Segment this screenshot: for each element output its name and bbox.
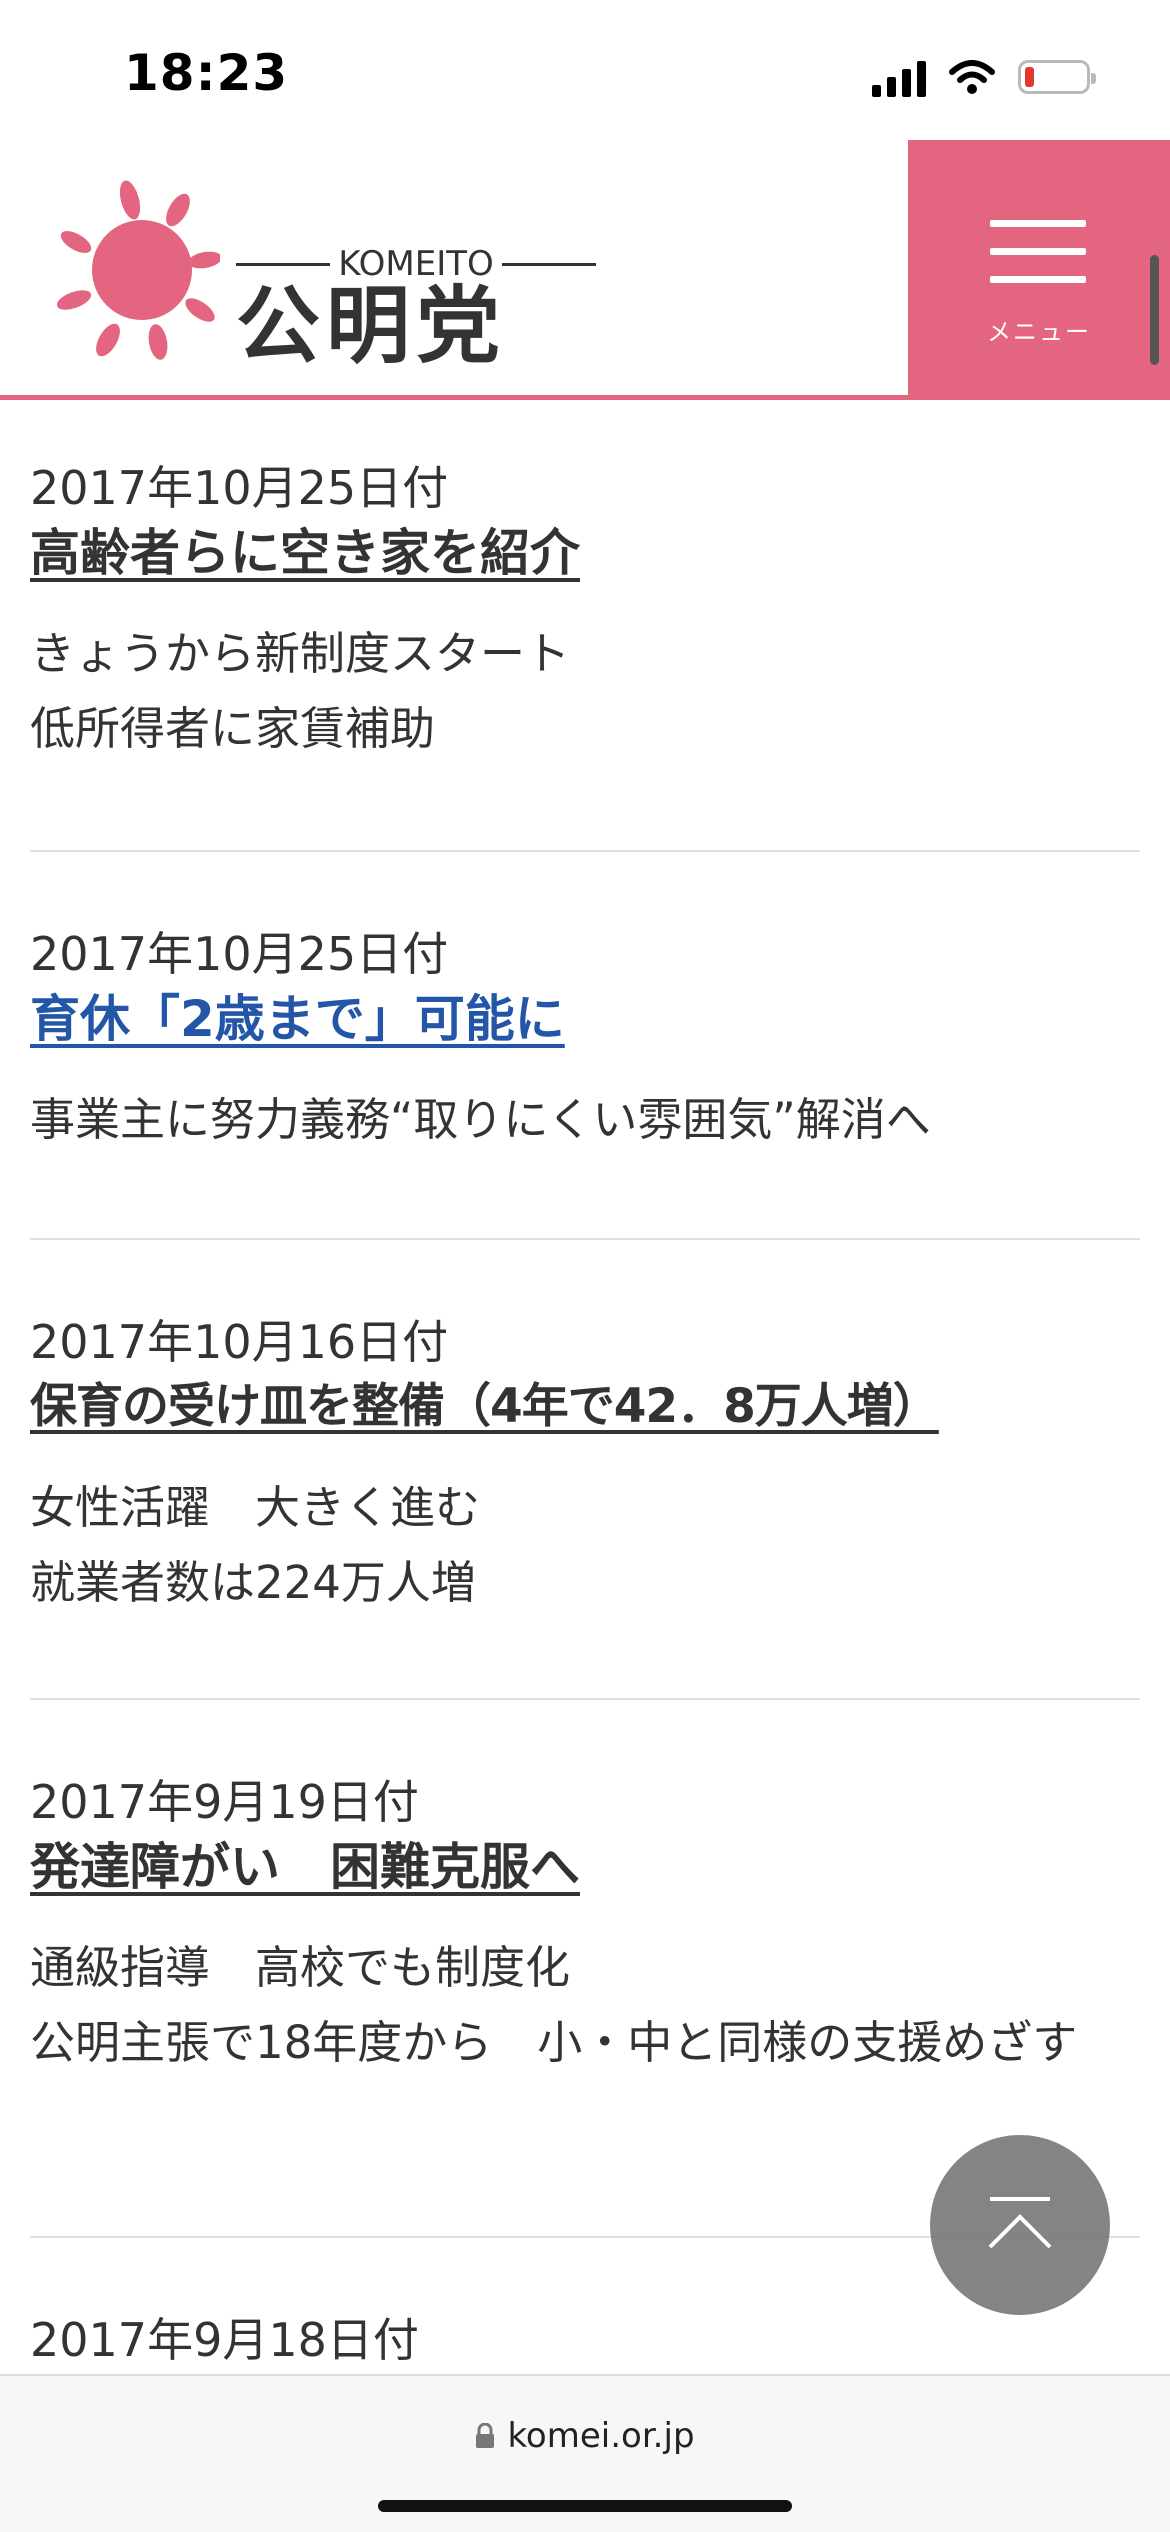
news-title-link[interactable]: 高齢者らに空き家を紹介 bbox=[30, 518, 580, 588]
status-time: 18:23 bbox=[124, 44, 289, 102]
hamburger-icon bbox=[990, 220, 1086, 304]
summary-line: きょうから新制度スタート bbox=[30, 627, 571, 680]
sun-logo-icon bbox=[56, 180, 220, 360]
home-indicator[interactable] bbox=[378, 2500, 792, 2512]
lock-icon bbox=[476, 2423, 495, 2448]
address-bar[interactable]: komei.or.jp bbox=[0, 2416, 1170, 2456]
site-header: KOMEITO 公明党 メニュー bbox=[0, 140, 1170, 400]
summary-line: 就業者数は224万人増 bbox=[30, 1556, 476, 1609]
site-logo[interactable]: KOMEITO 公明党 bbox=[50, 180, 597, 368]
scrollbar[interactable] bbox=[1150, 255, 1159, 365]
news-title-link[interactable]: 保育の受け皿を整備（4年で42．8万人増） bbox=[30, 1372, 940, 1442]
url-text: komei.or.jp bbox=[507, 2416, 695, 2456]
news-summary: 事業主に努力義務“取りにくい雰囲気”解消へ bbox=[30, 1082, 1140, 1157]
menu-label: メニュー bbox=[987, 318, 1091, 346]
news-title-link[interactable]: 発達障がい 困難克服へ bbox=[30, 1832, 580, 1902]
news-summary: 通級指導 高校でも制度化 公明主張で18年度から 小・中と同様の支援めざす bbox=[30, 1930, 1140, 2080]
chevron-up-icon bbox=[988, 2197, 1052, 2249]
news-title-link[interactable]: 育休「2歳まで」可能に bbox=[30, 984, 565, 1054]
summary-line: 女性活躍 大きく進む bbox=[30, 1481, 481, 1534]
news-date: 2017年10月25日付 bbox=[30, 461, 449, 515]
summary-line: 公明主張で18年度から 小・中と同様の支援めざす bbox=[30, 2016, 1078, 2069]
status-bar: 18:23 bbox=[0, 0, 1170, 140]
back-to-top-button[interactable] bbox=[930, 2135, 1110, 2315]
news-item: 2017年10月25日付 高齢者らに空き家を紹介 きょうから新制度スタート 低所… bbox=[30, 400, 1140, 852]
menu-button[interactable]: メニュー bbox=[908, 140, 1170, 395]
battery-icon bbox=[1018, 60, 1096, 94]
news-item: 2017年10月25日付 育休「2歳まで」可能に 事業主に努力義務“取りにくい雰… bbox=[30, 852, 1140, 1240]
status-icons bbox=[872, 52, 1096, 102]
news-item: 2017年10月16日付 保育の受け皿を整備（4年で42．8万人増） 女性活躍 … bbox=[30, 1240, 1140, 1700]
news-date: 2017年10月16日付 bbox=[30, 1315, 449, 1369]
summary-line: 事業主に努力義務“取りにくい雰囲気”解消へ bbox=[30, 1093, 931, 1146]
news-list: 2017年10月25日付 高齢者らに空き家を紹介 きょうから新制度スタート 低所… bbox=[30, 400, 1140, 2438]
news-date: 2017年9月18日付 bbox=[30, 2313, 419, 2367]
battery-level bbox=[1025, 67, 1034, 87]
wifi-icon bbox=[949, 60, 995, 94]
cellular-signal-icon bbox=[872, 57, 926, 97]
browser-bar: komei.or.jp bbox=[0, 2374, 1170, 2532]
news-summary: きょうから新制度スタート 低所得者に家賃補助 bbox=[30, 616, 1140, 766]
summary-line: 通級指導 高校でも制度化 bbox=[30, 1941, 571, 1994]
summary-line: 低所得者に家賃補助 bbox=[30, 702, 436, 755]
news-date: 2017年10月25日付 bbox=[30, 927, 449, 981]
news-date: 2017年9月19日付 bbox=[30, 1775, 419, 1829]
news-summary: 女性活躍 大きく進む 就業者数は224万人増 bbox=[30, 1470, 1140, 1620]
logo-japanese: 公明党 bbox=[236, 277, 507, 375]
